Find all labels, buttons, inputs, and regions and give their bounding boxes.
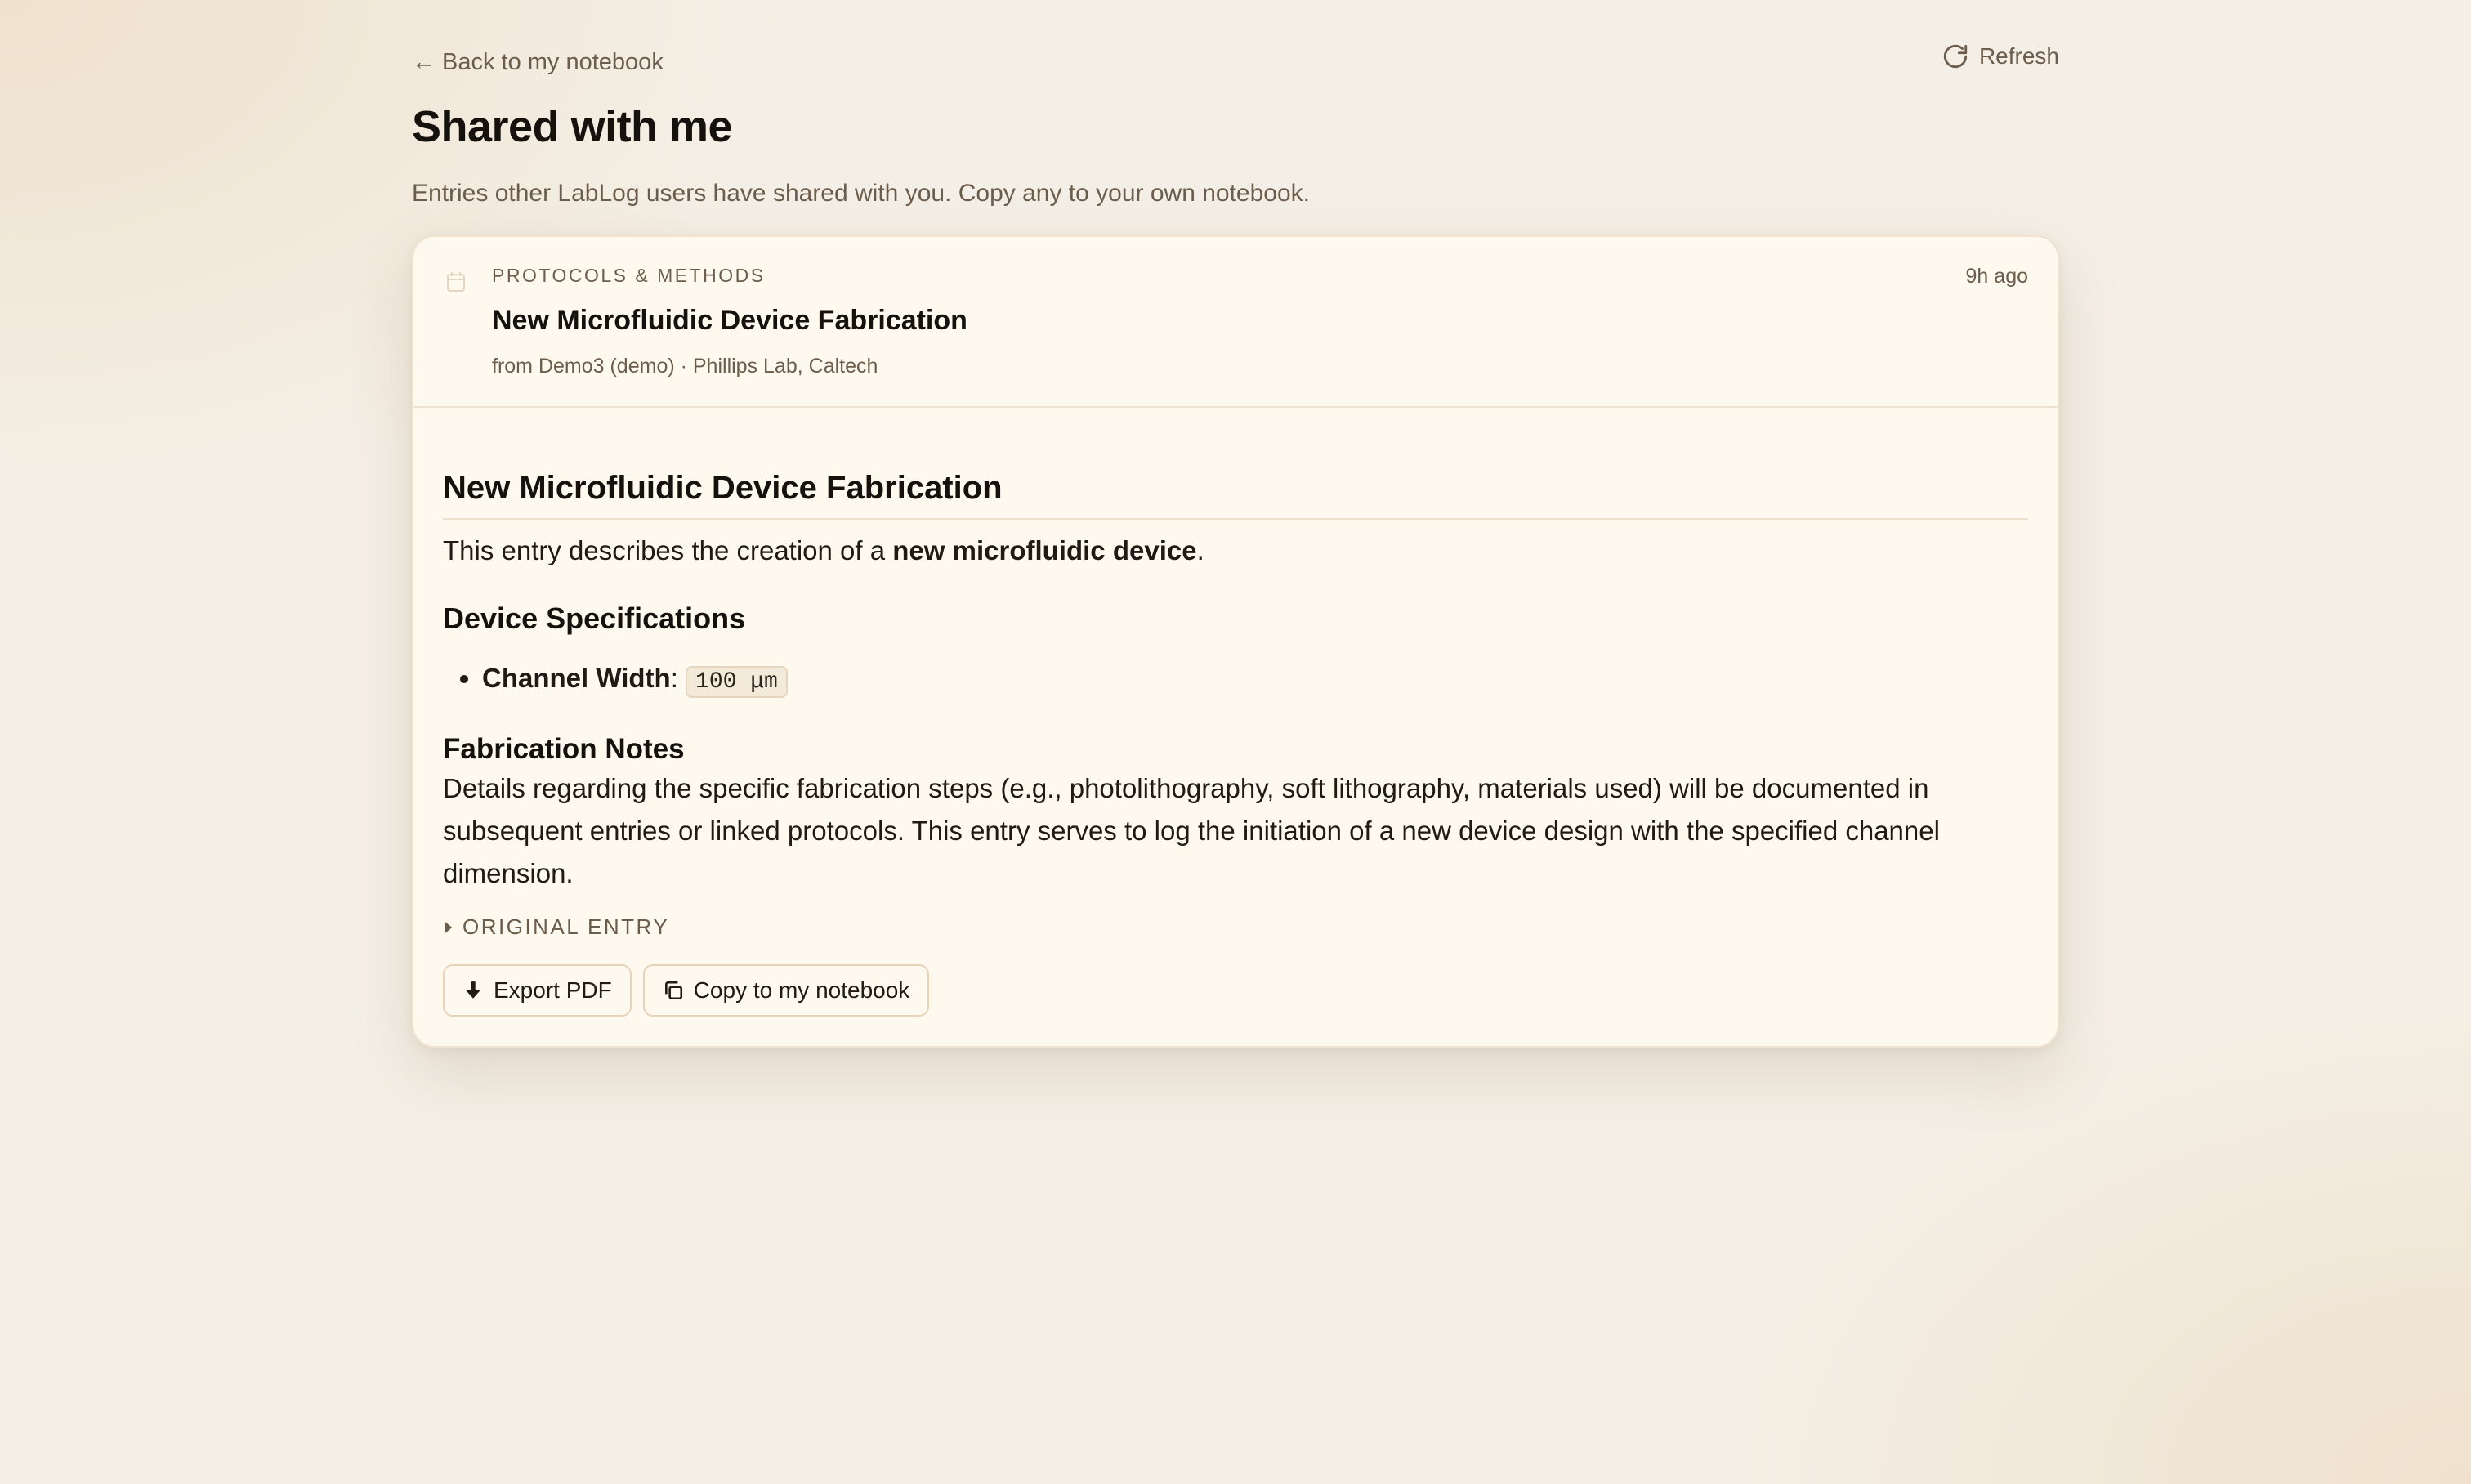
entry-card-header[interactable]: PROTOCOLS & METHODS New Microfluidic Dev… bbox=[413, 237, 2058, 408]
copy-icon bbox=[664, 981, 682, 1000]
original-entry-label: ORIGINAL ENTRY bbox=[462, 914, 670, 939]
notes-paragraph: Details regarding the specific fabricati… bbox=[443, 773, 1940, 888]
refresh-button[interactable]: Refresh bbox=[1942, 42, 2059, 70]
refresh-label: Refresh bbox=[1978, 43, 2059, 69]
entry-intro-paragraph: This entry describes the creation of a n… bbox=[443, 530, 2028, 572]
entry-title: New Microfluidic Device Fabrication bbox=[492, 305, 967, 336]
notes-heading: Fabrication Notes bbox=[443, 733, 685, 765]
entry-card-body: New Microfluidic Device Fabrication This… bbox=[413, 408, 2058, 1046]
spec-item: Channel Width: 100 μm bbox=[482, 657, 2028, 704]
caret-right-icon bbox=[445, 921, 453, 933]
shared-page: ← Back to my notebook Refresh Shared wit… bbox=[412, 0, 2059, 1048]
back-arrow-icon: ← bbox=[412, 49, 436, 75]
spec-value: 100 μm bbox=[686, 666, 788, 698]
original-entry-toggle[interactable]: ORIGINAL ENTRY bbox=[443, 914, 2028, 940]
export-pdf-label: Export PDF bbox=[494, 977, 612, 1003]
spec-list: Channel Width: 100 μm bbox=[443, 657, 2028, 704]
back-link-label: Back to my notebook bbox=[442, 49, 664, 75]
page-subtitle: Entries other LabLog users have shared w… bbox=[412, 180, 1310, 207]
entry-category: PROTOCOLS & METHODS bbox=[492, 265, 766, 286]
entry-body-heading: New Microfluidic Device Fabrication bbox=[443, 470, 2028, 520]
intro-prefix: This entry describes the creation of a bbox=[443, 535, 893, 565]
copy-to-notebook-button[interactable]: Copy to my notebook bbox=[642, 964, 930, 1017]
entry-source: from Demo3 (demo) · Phillips Lab, Caltec… bbox=[492, 355, 878, 378]
intro-suffix: . bbox=[1196, 535, 1204, 565]
specs-heading: Device Specifications bbox=[443, 601, 746, 635]
calendar-icon bbox=[447, 272, 465, 292]
entry-actions: Export PDF Copy to my notebook bbox=[443, 964, 2028, 1017]
copy-to-notebook-label: Copy to my notebook bbox=[693, 977, 910, 1003]
intro-bold: new microfluidic device bbox=[892, 535, 1197, 565]
page-title: Shared with me bbox=[412, 102, 733, 151]
export-pdf-button[interactable]: Export PDF bbox=[443, 964, 632, 1017]
spec-label: Channel Width bbox=[482, 663, 671, 693]
shared-entry-card: PROTOCOLS & METHODS New Microfluidic Dev… bbox=[412, 235, 2059, 1048]
back-to-notebook-link[interactable]: ← Back to my notebook bbox=[412, 49, 664, 76]
top-bar: ← Back to my notebook Refresh bbox=[412, 0, 2059, 90]
download-icon bbox=[466, 981, 480, 999]
spec-separator: : bbox=[670, 663, 678, 693]
refresh-icon bbox=[1943, 44, 1968, 69]
entry-timestamp: 9h ago bbox=[1965, 265, 2028, 288]
